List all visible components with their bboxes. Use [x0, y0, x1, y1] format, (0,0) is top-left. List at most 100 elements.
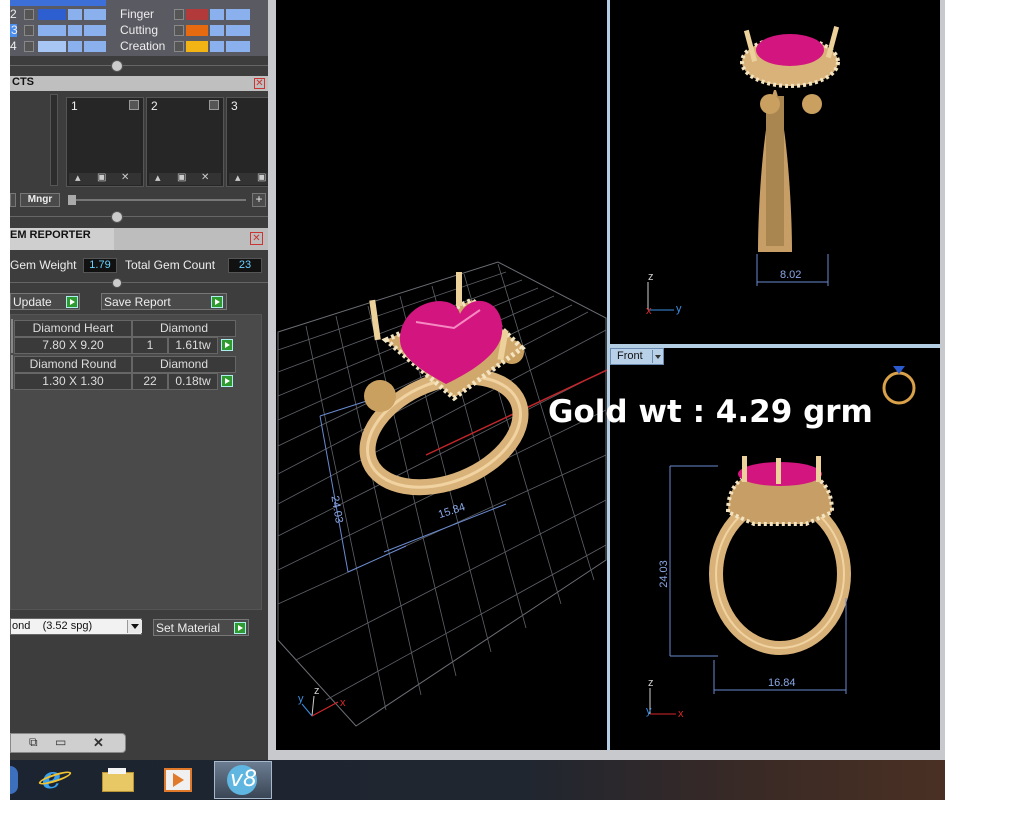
- lock-icon[interactable]: [68, 41, 82, 52]
- ring-side-model[interactable]: [740, 26, 840, 252]
- layer-row-3[interactable]: 3: [10, 23, 106, 37]
- visibility-icon[interactable]: [226, 25, 250, 36]
- ring-icon[interactable]: [880, 358, 918, 406]
- prong: [456, 272, 462, 306]
- layer-row-top[interactable]: [10, 0, 106, 6]
- expand-arrow-icon[interactable]: [24, 41, 34, 52]
- visibility-icon[interactable]: [84, 9, 106, 20]
- close-icon[interactable]: ✕: [254, 78, 265, 89]
- save-icon[interactable]: ▣: [177, 172, 186, 183]
- gem-weight-cell: 0.18tw: [168, 373, 218, 390]
- material-value: ond (3.52 spg): [12, 620, 93, 632]
- left-panel: 2 3 4 Finger Cutting Creation CTS ✕ 1 ▴ …: [10, 0, 269, 760]
- layer-color-swatch[interactable]: [186, 25, 208, 36]
- material-select[interactable]: ond (3.52 spg): [10, 618, 142, 635]
- visibility-icon[interactable]: [226, 41, 250, 52]
- file-explorer-icon[interactable]: [102, 766, 136, 794]
- ring-front-model[interactable]: [709, 456, 851, 655]
- layer-name-column: Finger Cutting Creation: [114, 0, 264, 56]
- add-button[interactable]: +: [252, 193, 266, 207]
- restore-icon[interactable]: ⧉: [29, 735, 38, 750]
- expand-arrow-icon[interactable]: [174, 9, 184, 20]
- axis-z-label: z: [648, 677, 654, 689]
- set-material-button[interactable]: Set Material: [153, 619, 249, 636]
- ring-3d-model[interactable]: [351, 272, 537, 508]
- lock-icon[interactable]: [68, 9, 82, 20]
- collapse-toggle-icon[interactable]: [112, 278, 122, 288]
- expand-arrow-icon[interactable]: [24, 9, 34, 20]
- media-player-icon[interactable]: [164, 766, 194, 794]
- layer-color-swatch[interactable]: [38, 41, 66, 52]
- prong: [742, 456, 747, 482]
- layer-color-swatch[interactable]: [186, 41, 208, 52]
- chevron-down-icon[interactable]: [652, 350, 664, 363]
- width-dimension: 16.84: [768, 677, 796, 689]
- gem-weight-value: 1.79: [83, 258, 117, 273]
- objects-footer: Mngr +: [10, 193, 268, 207]
- save-report-button[interactable]: Save Report: [101, 293, 227, 310]
- expand-arrow-icon[interactable]: [174, 41, 184, 52]
- v8-app-icon[interactable]: v8: [214, 761, 272, 799]
- expand-arrow-icon[interactable]: [174, 25, 184, 36]
- gem-count-cell: 22: [132, 373, 168, 390]
- update-button[interactable]: Update: [10, 293, 80, 310]
- object-slot[interactable]: 2 ▴ ▣ ✕: [146, 97, 224, 187]
- layer-row-4[interactable]: 4: [10, 39, 106, 53]
- move-up-icon[interactable]: ▴: [155, 171, 161, 184]
- move-up-icon[interactable]: ▴: [75, 171, 81, 184]
- gem-reporter-tab[interactable]: EM REPORTER: [10, 228, 114, 250]
- lock-icon[interactable]: [210, 41, 224, 52]
- move-up-icon[interactable]: ▴: [235, 171, 241, 184]
- layer-name: Cutting: [120, 23, 159, 37]
- save-icon[interactable]: ▣: [97, 172, 106, 183]
- slot-number: 1: [71, 99, 78, 113]
- side-viewport[interactable]: 8.02 z y x: [610, 0, 940, 344]
- layer-finger[interactable]: Finger: [114, 7, 264, 21]
- collapse-toggle-icon[interactable]: [111, 60, 123, 72]
- row-select-arrow-icon[interactable]: [221, 375, 233, 387]
- view-selector[interactable]: Front: [610, 348, 664, 365]
- close-icon[interactable]: ✕: [250, 232, 263, 245]
- layer-cutting[interactable]: Cutting: [114, 23, 264, 37]
- visibility-icon[interactable]: [226, 9, 250, 20]
- maximize-icon[interactable]: ▭: [55, 735, 66, 749]
- close-icon[interactable]: ✕: [93, 735, 104, 751]
- viewport-divider-vertical[interactable]: [607, 0, 610, 750]
- lock-icon[interactable]: [210, 25, 224, 36]
- layer-name: Finger: [120, 7, 155, 21]
- objects-scrollbar[interactable]: [50, 94, 58, 186]
- save-icon[interactable]: ▣: [257, 172, 266, 183]
- row-select-arrow-icon[interactable]: [221, 339, 233, 351]
- layer-color-swatch[interactable]: [38, 9, 66, 20]
- visibility-icon[interactable]: [84, 41, 106, 52]
- perspective-viewport[interactable]: 24.03 15.84 z y x: [276, 0, 608, 750]
- viewport-divider-horizontal[interactable]: [610, 344, 940, 348]
- collapse-toggle-icon[interactable]: [111, 211, 123, 223]
- layer-name: Creation: [120, 39, 166, 53]
- layer-color-swatch[interactable]: [186, 9, 208, 20]
- manager-button[interactable]: Mngr: [20, 193, 60, 207]
- layer-number: 4: [10, 39, 17, 53]
- visibility-icon[interactable]: [84, 25, 106, 36]
- object-slot[interactable]: 3 ▴ ▣: [226, 97, 269, 187]
- prev-button[interactable]: [10, 193, 16, 207]
- chevron-down-icon[interactable]: [127, 620, 142, 633]
- layer-creation[interactable]: Creation: [114, 39, 264, 53]
- zoom-slider-handle[interactable]: [68, 195, 76, 205]
- internet-explorer-icon[interactable]: e: [37, 762, 78, 798]
- update-label: Update: [13, 295, 52, 309]
- layer-color-swatch[interactable]: [38, 25, 66, 36]
- lock-icon[interactable]: [210, 9, 224, 20]
- slot-menu-arrow-icon[interactable]: [129, 100, 139, 110]
- start-button[interactable]: [10, 766, 18, 794]
- delete-icon[interactable]: ✕: [121, 172, 129, 183]
- lock-icon[interactable]: [68, 25, 82, 36]
- expand-arrow-icon[interactable]: [24, 25, 34, 36]
- slot-menu-arrow-icon[interactable]: [209, 100, 219, 110]
- object-slot[interactable]: 1 ▴ ▣ ✕: [66, 97, 144, 187]
- zoom-slider-track[interactable]: [68, 199, 246, 201]
- layer-row-2[interactable]: 2: [10, 7, 106, 21]
- delete-icon[interactable]: ✕: [201, 172, 209, 183]
- slot-number: 2: [151, 99, 158, 113]
- gem-report-table: Diamond Heart Diamond 7.80 X 9.20 1 1.61…: [10, 314, 262, 610]
